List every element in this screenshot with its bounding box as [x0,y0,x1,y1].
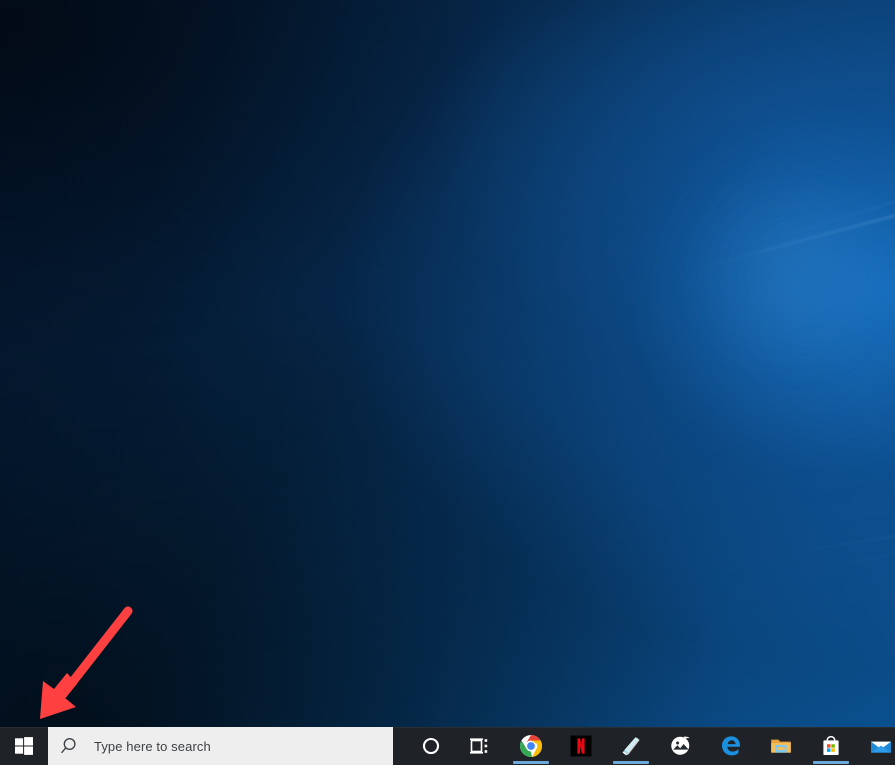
taskbar-gap [393,727,411,765]
desktop-wallpaper [0,0,895,765]
taskbar-item-file-explorer[interactable] [761,727,801,765]
search-icon [61,736,81,756]
taskbar-item-netflix[interactable] [561,727,601,765]
folder-icon [771,739,791,753]
taskbar-gap [551,727,561,765]
cortana-circle-icon [422,737,440,755]
sticky-notes-icon [622,737,640,756]
taskbar-item-task-view[interactable] [459,727,499,765]
taskbar-gap [499,727,511,765]
chrome-icon [519,735,543,758]
taskbar: Type here to search [0,727,895,765]
taskbar-gap [801,727,811,765]
taskbar-item-chrome[interactable] [511,727,551,765]
start-button[interactable] [0,727,48,765]
task-view-icon [470,738,488,754]
search-placeholder-text: Type here to search [94,738,211,754]
taskbar-gap [751,727,761,765]
taskbar-gap [601,727,611,765]
photos-icon [671,736,690,755]
search-input[interactable]: Type here to search [48,727,393,765]
taskbar-item-cortana[interactable] [411,727,451,765]
taskbar-item-microsoft-store[interactable] [811,727,851,765]
running-indicator [813,761,849,764]
taskbar-gap [651,727,661,765]
taskbar-item-edge[interactable] [711,727,751,765]
mail-envelope-icon [871,741,891,753]
windows-logo-icon [15,737,33,755]
netflix-icon [570,735,592,757]
taskbar-gap [851,727,861,765]
taskbar-app-list [411,727,895,765]
edge-icon [722,736,740,756]
taskbar-item-mail[interactable] [861,727,895,765]
taskbar-item-sticky-notes[interactable] [611,727,651,765]
store-bag-icon [823,735,839,755]
taskbar-item-photos[interactable] [661,727,701,765]
running-indicator [513,761,549,764]
taskbar-gap [451,727,459,765]
running-indicator [613,761,649,764]
taskbar-gap [701,727,711,765]
desktop-screen: Type here to search [0,0,895,765]
